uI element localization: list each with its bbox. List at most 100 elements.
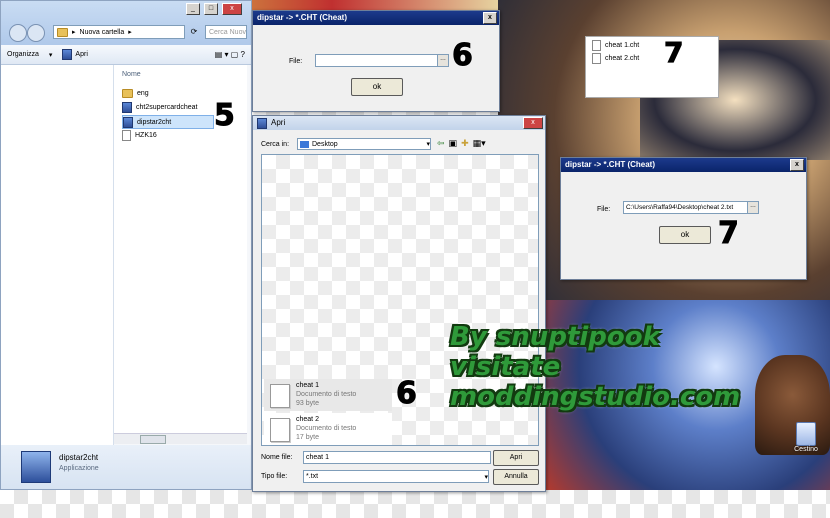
- view-menu-icon[interactable]: ▦▾: [473, 138, 486, 149]
- file-icon: [122, 129, 131, 141]
- view-options-icon[interactable]: ▤ ▾ ▢ ?: [215, 50, 245, 59]
- dialog-toolbar: ⇦ ▣ ✚ ▦▾: [437, 138, 486, 149]
- organize-menu[interactable]: Organizza: [7, 51, 39, 58]
- ok-button[interactable]: ok: [659, 226, 711, 244]
- look-in-select[interactable]: Desktop ▾: [297, 138, 431, 150]
- address-bar[interactable]: ▸ Nuova cartella ▸: [53, 25, 185, 39]
- window-controls: _ □ x: [186, 3, 244, 15]
- file-tile-selected[interactable]: cheat 1 Documento di testo 93 byte: [264, 379, 392, 411]
- open-file-dialog: Apri x Cerca in: Desktop ▾ ⇦ ▣ ✚ ▦▾ chea…: [252, 115, 546, 492]
- recycle-bin[interactable]: Cestino: [788, 422, 824, 453]
- details-pane: dipstar2cht Applicazione: [1, 445, 251, 489]
- file-field[interactable]: C:\Users\Raffa94\Desktop\cheat 2.txt: [623, 201, 749, 214]
- browse-button[interactable]: …: [747, 201, 759, 214]
- search-input[interactable]: Cerca Nuov: [205, 25, 247, 39]
- file-name: cht2supercardcheat: [136, 103, 198, 111]
- app-icon: [122, 101, 132, 113]
- app-icon-large: [21, 451, 51, 483]
- file-name: HZK16: [135, 131, 157, 139]
- close-button[interactable]: x: [523, 117, 543, 129]
- watermark-text: By snuptipook visitate moddingstudio.com: [450, 322, 780, 412]
- file-name: cheat 1: [296, 382, 319, 389]
- file-name: dipstar2cht: [137, 118, 172, 126]
- filetype-label: Tipo file:: [261, 473, 288, 480]
- dialog-title: dipstar -> *.CHT (Cheat): [257, 13, 348, 22]
- file-tile[interactable]: cheat 2 Documento di testo 17 byte: [264, 413, 392, 445]
- open-button[interactable]: Apri: [493, 450, 539, 466]
- app-icon: [62, 49, 73, 60]
- file-label: File:: [289, 58, 303, 65]
- chevron-down-icon: ▾: [48, 51, 53, 59]
- file-field[interactable]: [315, 54, 439, 67]
- address-crumb[interactable]: Nuova cartella: [80, 29, 125, 36]
- file-item[interactable]: cht2supercardcheat: [122, 101, 197, 113]
- step-number: 5: [214, 98, 236, 134]
- maximize-button[interactable]: □: [204, 3, 218, 15]
- text-file-icon: [270, 418, 290, 442]
- up-folder-icon[interactable]: ▣: [449, 138, 458, 149]
- step-number: 6: [396, 376, 418, 412]
- step-number: 7: [663, 36, 684, 70]
- app-icon: [257, 117, 267, 129]
- dialog-title: dipstar -> *.CHT (Cheat): [565, 160, 656, 169]
- close-button[interactable]: x: [790, 159, 804, 171]
- open-button[interactable]: Apri: [62, 49, 88, 60]
- back-button[interactable]: [9, 24, 27, 42]
- chevron-down-icon: ▾: [426, 141, 430, 148]
- folder-icon: [57, 27, 68, 37]
- folder-icon: [122, 88, 133, 98]
- file-item[interactable]: eng: [122, 87, 149, 99]
- dialog-titlebar: dipstar -> *.CHT (Cheat) x: [561, 158, 806, 172]
- dialog-title: Apri: [271, 118, 286, 127]
- cht-file-list: cheat 1.cht cheat 2.cht: [585, 36, 719, 98]
- minimize-button[interactable]: _: [186, 3, 200, 15]
- new-folder-icon[interactable]: ✚: [461, 138, 469, 149]
- open-label: Apri: [75, 51, 88, 58]
- detail-name: dipstar2cht: [59, 453, 99, 462]
- filetype-value: *.txt: [306, 473, 319, 480]
- file-name: cheat 1.cht: [605, 42, 640, 49]
- ok-button[interactable]: ok: [351, 78, 403, 96]
- close-button[interactable]: x: [222, 3, 242, 15]
- step-number: 7: [718, 216, 740, 252]
- recycle-bin-icon: [796, 422, 816, 446]
- dialog-titlebar: Apri x: [253, 116, 545, 130]
- file-name: cheat 2.cht: [605, 55, 640, 62]
- file-size: 17 byte: [296, 434, 319, 441]
- horizontal-scrollbar[interactable]: [114, 433, 247, 444]
- cancel-button[interactable]: Annulla: [493, 469, 539, 485]
- look-in-label: Cerca in:: [261, 141, 290, 148]
- back-arrow-icon[interactable]: ⇦: [437, 138, 445, 149]
- filename-input[interactable]: cheat 1: [303, 451, 491, 464]
- explorer-window: _ □ x ▸ Nuova cartella ▸ ⟳ Cerca Nuov Or…: [0, 0, 252, 490]
- scrollbar-thumb[interactable]: [140, 435, 166, 444]
- desktop-icon: [300, 140, 309, 148]
- command-bar: Organizza ▾ Apri ▤ ▾ ▢ ?: [1, 45, 251, 65]
- filename-label: Nome file:: [261, 454, 293, 461]
- file-name: cheat 2: [296, 416, 319, 423]
- watermark-line: By snuptipook: [450, 322, 660, 352]
- file-type: Documento di testo: [296, 425, 357, 432]
- chevron-right-icon: ▸: [72, 29, 76, 36]
- file-name: eng: [137, 89, 149, 97]
- recycle-bin-label: Cestino: [794, 446, 818, 453]
- close-button[interactable]: x: [483, 12, 497, 24]
- file-item[interactable]: HZK16: [122, 129, 157, 141]
- forward-button[interactable]: [27, 24, 45, 42]
- watermark-line: moddingstudio.com: [450, 382, 741, 412]
- browse-button[interactable]: …: [437, 54, 449, 67]
- dialog-titlebar: dipstar -> *.CHT (Cheat) x: [253, 11, 499, 25]
- refresh-icon[interactable]: ⟳: [187, 25, 201, 39]
- look-in-value: Desktop: [312, 140, 338, 148]
- watermark-line: visitate: [450, 352, 561, 382]
- navigation-pane[interactable]: [1, 65, 114, 445]
- file-icon: [592, 53, 601, 64]
- file-icon: [592, 40, 601, 51]
- cht-file-item[interactable]: cheat 2.cht: [592, 53, 639, 64]
- filetype-select[interactable]: *.txt ▾: [303, 470, 489, 483]
- step-number: 6: [452, 38, 474, 74]
- chevron-down-icon: ▾: [484, 473, 488, 481]
- file-item-selected[interactable]: dipstar2cht: [122, 115, 214, 129]
- cht-file-item[interactable]: cheat 1.cht: [592, 40, 639, 51]
- column-header-name[interactable]: Nome: [122, 71, 141, 78]
